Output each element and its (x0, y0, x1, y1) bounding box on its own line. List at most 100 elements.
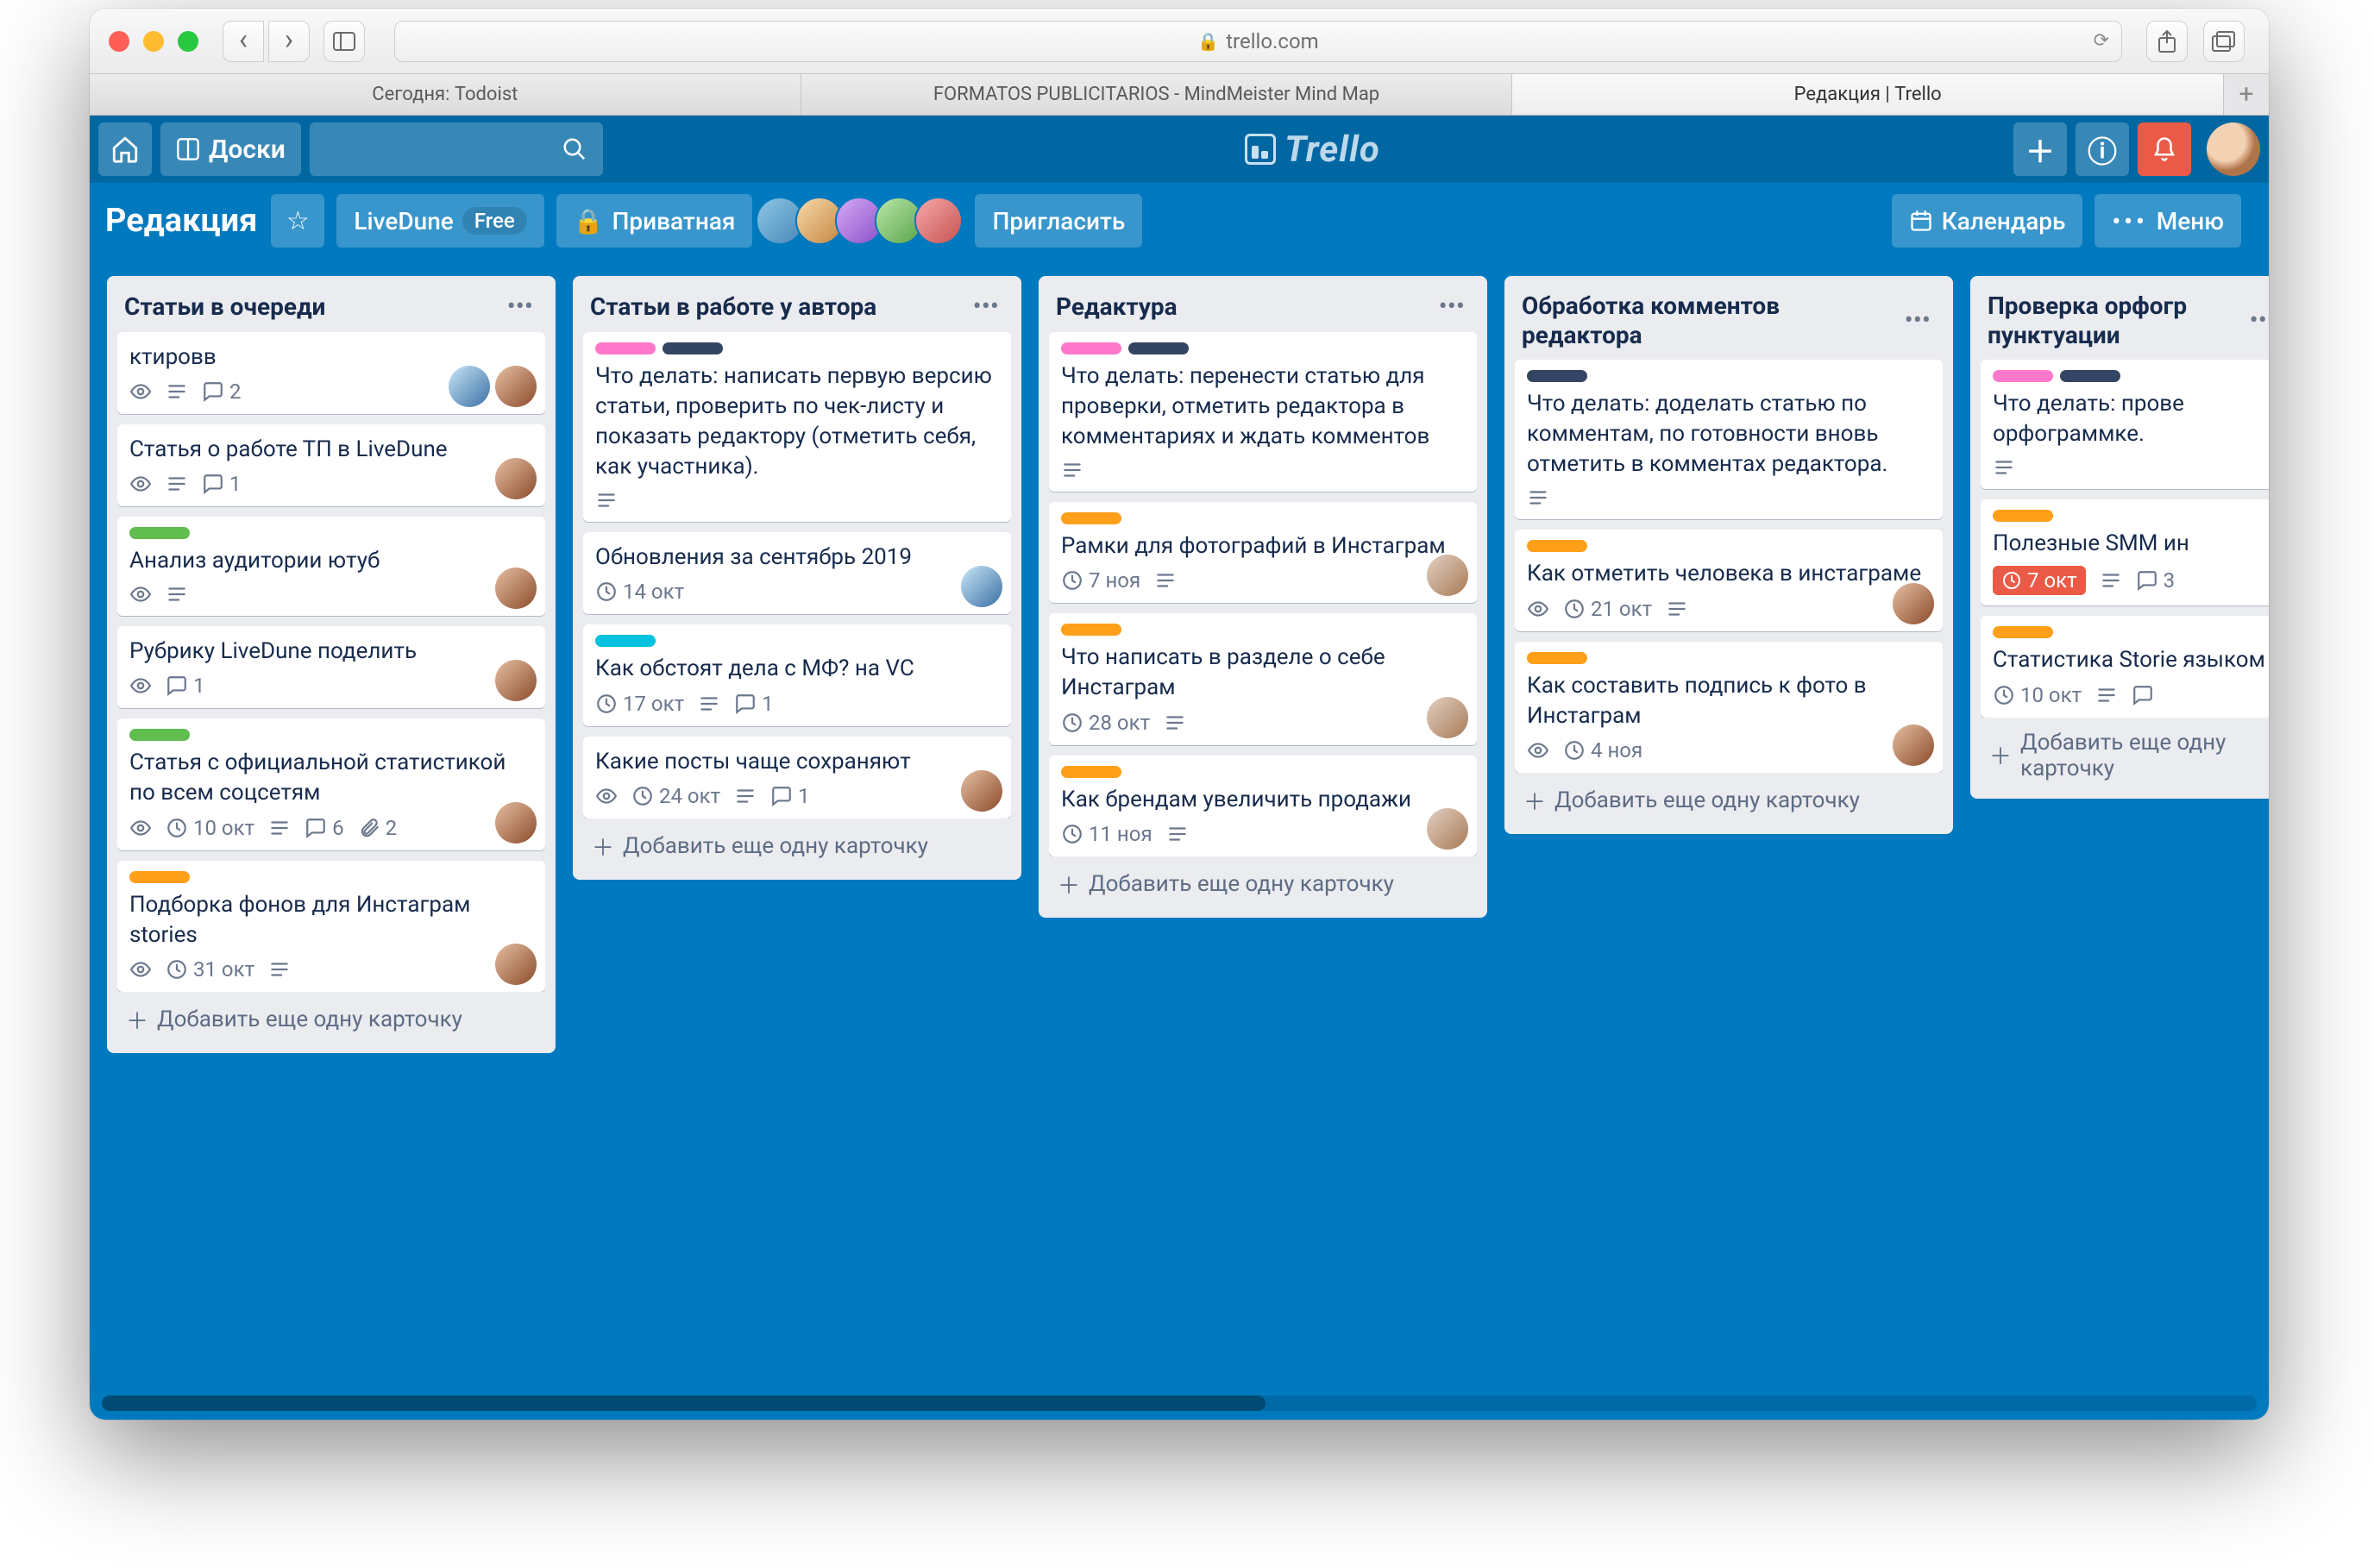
invite-button[interactable]: Пригласить (975, 194, 1142, 248)
card[interactable]: Как брендам увеличить продажи11 ноя (1049, 756, 1477, 856)
card[interactable]: Обновления за сентябрь 201914 окт (583, 532, 1011, 614)
list-menu-button[interactable]: ••• (502, 292, 538, 322)
safari-tab[interactable]: Сегодня: Todoist (90, 74, 801, 115)
card[interactable]: Что делать: написать первую версию стать… (583, 332, 1011, 522)
list-title[interactable]: Проверка орфогр пунктуации (1988, 292, 2245, 349)
list-title[interactable]: Статьи в работе у автора (590, 292, 968, 322)
card-member-avatar[interactable] (1427, 808, 1468, 850)
card-member-avatar[interactable] (495, 802, 537, 844)
list-title[interactable]: Редактура (1056, 292, 1434, 322)
card[interactable]: ктировв2 (117, 332, 545, 414)
member-avatar[interactable] (914, 197, 963, 245)
card-label[interactable] (129, 871, 190, 883)
due-date-badge: 14 окт (595, 580, 684, 604)
card-label[interactable] (1993, 510, 2053, 522)
card[interactable]: Полезные SMM ин7 окт3 (1981, 499, 2269, 605)
card[interactable]: Рубрику LiveDune поделить1 (117, 626, 545, 708)
add-card-button[interactable]: ＋Добавить еще одну карточку (1981, 718, 2269, 787)
add-card-button[interactable]: ＋Добавить еще одну карточку (117, 992, 545, 1041)
card-label[interactable] (1993, 626, 2053, 638)
nav-back-button[interactable]: ‹ (223, 21, 264, 62)
card-label[interactable] (129, 527, 190, 539)
card-label[interactable] (1061, 512, 1121, 524)
card[interactable]: Как отметить человека в инстаграме21 окт (1515, 530, 1943, 630)
card-member-avatar[interactable] (495, 568, 537, 609)
card-label[interactable] (1061, 766, 1121, 778)
window-close-button[interactable] (109, 31, 129, 52)
search-input[interactable] (310, 122, 603, 176)
new-tab-button[interactable]: + (2224, 74, 2269, 115)
notifications-button[interactable] (2138, 122, 2191, 176)
card-label[interactable] (1061, 342, 1121, 354)
card-label[interactable] (1527, 652, 1587, 664)
card-label[interactable] (1527, 540, 1587, 552)
board-name[interactable]: Редакция (105, 202, 257, 240)
card-member-avatar[interactable] (495, 366, 537, 407)
nav-forward-button[interactable]: › (268, 21, 310, 62)
card-label[interactable] (1128, 342, 1189, 354)
card[interactable]: Что написать в разделе о себе Инстаграм2… (1049, 613, 1477, 744)
card-label[interactable] (663, 342, 723, 354)
card-label[interactable] (2060, 370, 2120, 382)
card[interactable]: Что делать: доделать статью по комментам… (1515, 360, 1943, 519)
address-bar[interactable]: 🔒 trello.com ⟳ (394, 21, 2122, 62)
card-member-avatar[interactable] (1427, 697, 1468, 738)
card-label[interactable] (595, 342, 656, 354)
card[interactable]: Рамки для фотографий в Инстаграм7 ноя (1049, 502, 1477, 603)
add-card-button[interactable]: ＋Добавить еще одну карточку (1515, 773, 1943, 822)
calendar-button[interactable]: Календарь (1892, 194, 2083, 248)
list-menu-button[interactable]: ••• (2245, 305, 2269, 336)
add-card-button[interactable]: ＋Добавить еще одну карточку (1049, 856, 1477, 906)
card-member-avatar[interactable] (1893, 724, 1934, 766)
profile-avatar[interactable] (2207, 122, 2260, 176)
card[interactable]: Подборка фонов для Инстаграм stories31 о… (117, 861, 545, 992)
add-card-button[interactable]: ＋Добавить еще одну карточку (583, 818, 1011, 868)
scrollbar-thumb[interactable] (102, 1396, 1266, 1411)
list-title[interactable]: Статьи в очереди (124, 292, 502, 322)
team-button[interactable]: LiveDune Free (336, 194, 543, 248)
card-label[interactable] (595, 635, 656, 647)
card-member-avatar[interactable] (495, 458, 537, 499)
info-button[interactable]: ⓘ (2076, 122, 2129, 176)
card-label[interactable] (1993, 370, 2053, 382)
menu-button[interactable]: ••• Меню (2095, 194, 2241, 248)
card-badges: 17 окт1 (595, 692, 999, 716)
card[interactable]: Статистика Storie языком10 окт (1981, 616, 2269, 717)
list-menu-button[interactable]: ••• (1900, 305, 1936, 336)
card[interactable]: Как обстоят дела с МФ? на VC17 окт1 (583, 624, 1011, 725)
list-title[interactable]: Обработка комментов редактора (1522, 292, 1900, 349)
window-fullscreen-button[interactable] (178, 31, 198, 52)
list-menu-button[interactable]: ••• (968, 292, 1004, 322)
sidebar-toggle-button[interactable] (323, 21, 365, 62)
reload-icon[interactable]: ⟳ (2094, 30, 2109, 52)
window-minimize-button[interactable] (143, 31, 164, 52)
card-label[interactable] (1527, 370, 1587, 382)
plus-icon: ＋ (1989, 739, 2012, 771)
star-button[interactable]: ☆ (271, 194, 324, 248)
visibility-button[interactable]: 🔒 Приватная (556, 194, 753, 248)
card[interactable]: Статья о работе ТП в LiveDune1 (117, 424, 545, 506)
card-member-avatar[interactable] (1893, 583, 1934, 624)
card-member-avatar[interactable] (449, 366, 490, 407)
description-icon (166, 473, 188, 495)
safari-tab[interactable]: FORMATOS PUBLICITARIOS - MindMeister Min… (801, 74, 1513, 115)
card[interactable]: Анализ аудитории ютуб (117, 517, 545, 616)
card-member-avatar[interactable] (495, 944, 537, 985)
card-member-avatar[interactable] (961, 770, 1002, 812)
card[interactable]: Какие посты чаще сохраняют24 окт1 (583, 737, 1011, 818)
card-label[interactable] (1061, 624, 1121, 636)
card[interactable]: Статья с официальной статистикой по всем… (117, 718, 545, 850)
safari-tab[interactable]: Редакция | Trello (1512, 74, 2224, 115)
boards-button[interactable]: Доски (160, 122, 301, 176)
create-button[interactable]: ＋ (2013, 122, 2067, 176)
card-label[interactable] (129, 729, 190, 741)
horizontal-scrollbar[interactable] (102, 1396, 2257, 1411)
card[interactable]: Что делать: перенести статью для проверк… (1049, 332, 1477, 492)
card[interactable]: Что делать: прове орфограммке. (1981, 360, 2269, 489)
list-menu-button[interactable]: ••• (1434, 292, 1470, 322)
card[interactable]: Как составить подпись к фото в Инстаграм… (1515, 642, 1943, 773)
trello-logo[interactable]: Trello (612, 129, 2013, 171)
home-button[interactable] (98, 122, 152, 176)
tabs-overview-button[interactable] (2203, 21, 2245, 62)
share-button[interactable] (2146, 21, 2188, 62)
